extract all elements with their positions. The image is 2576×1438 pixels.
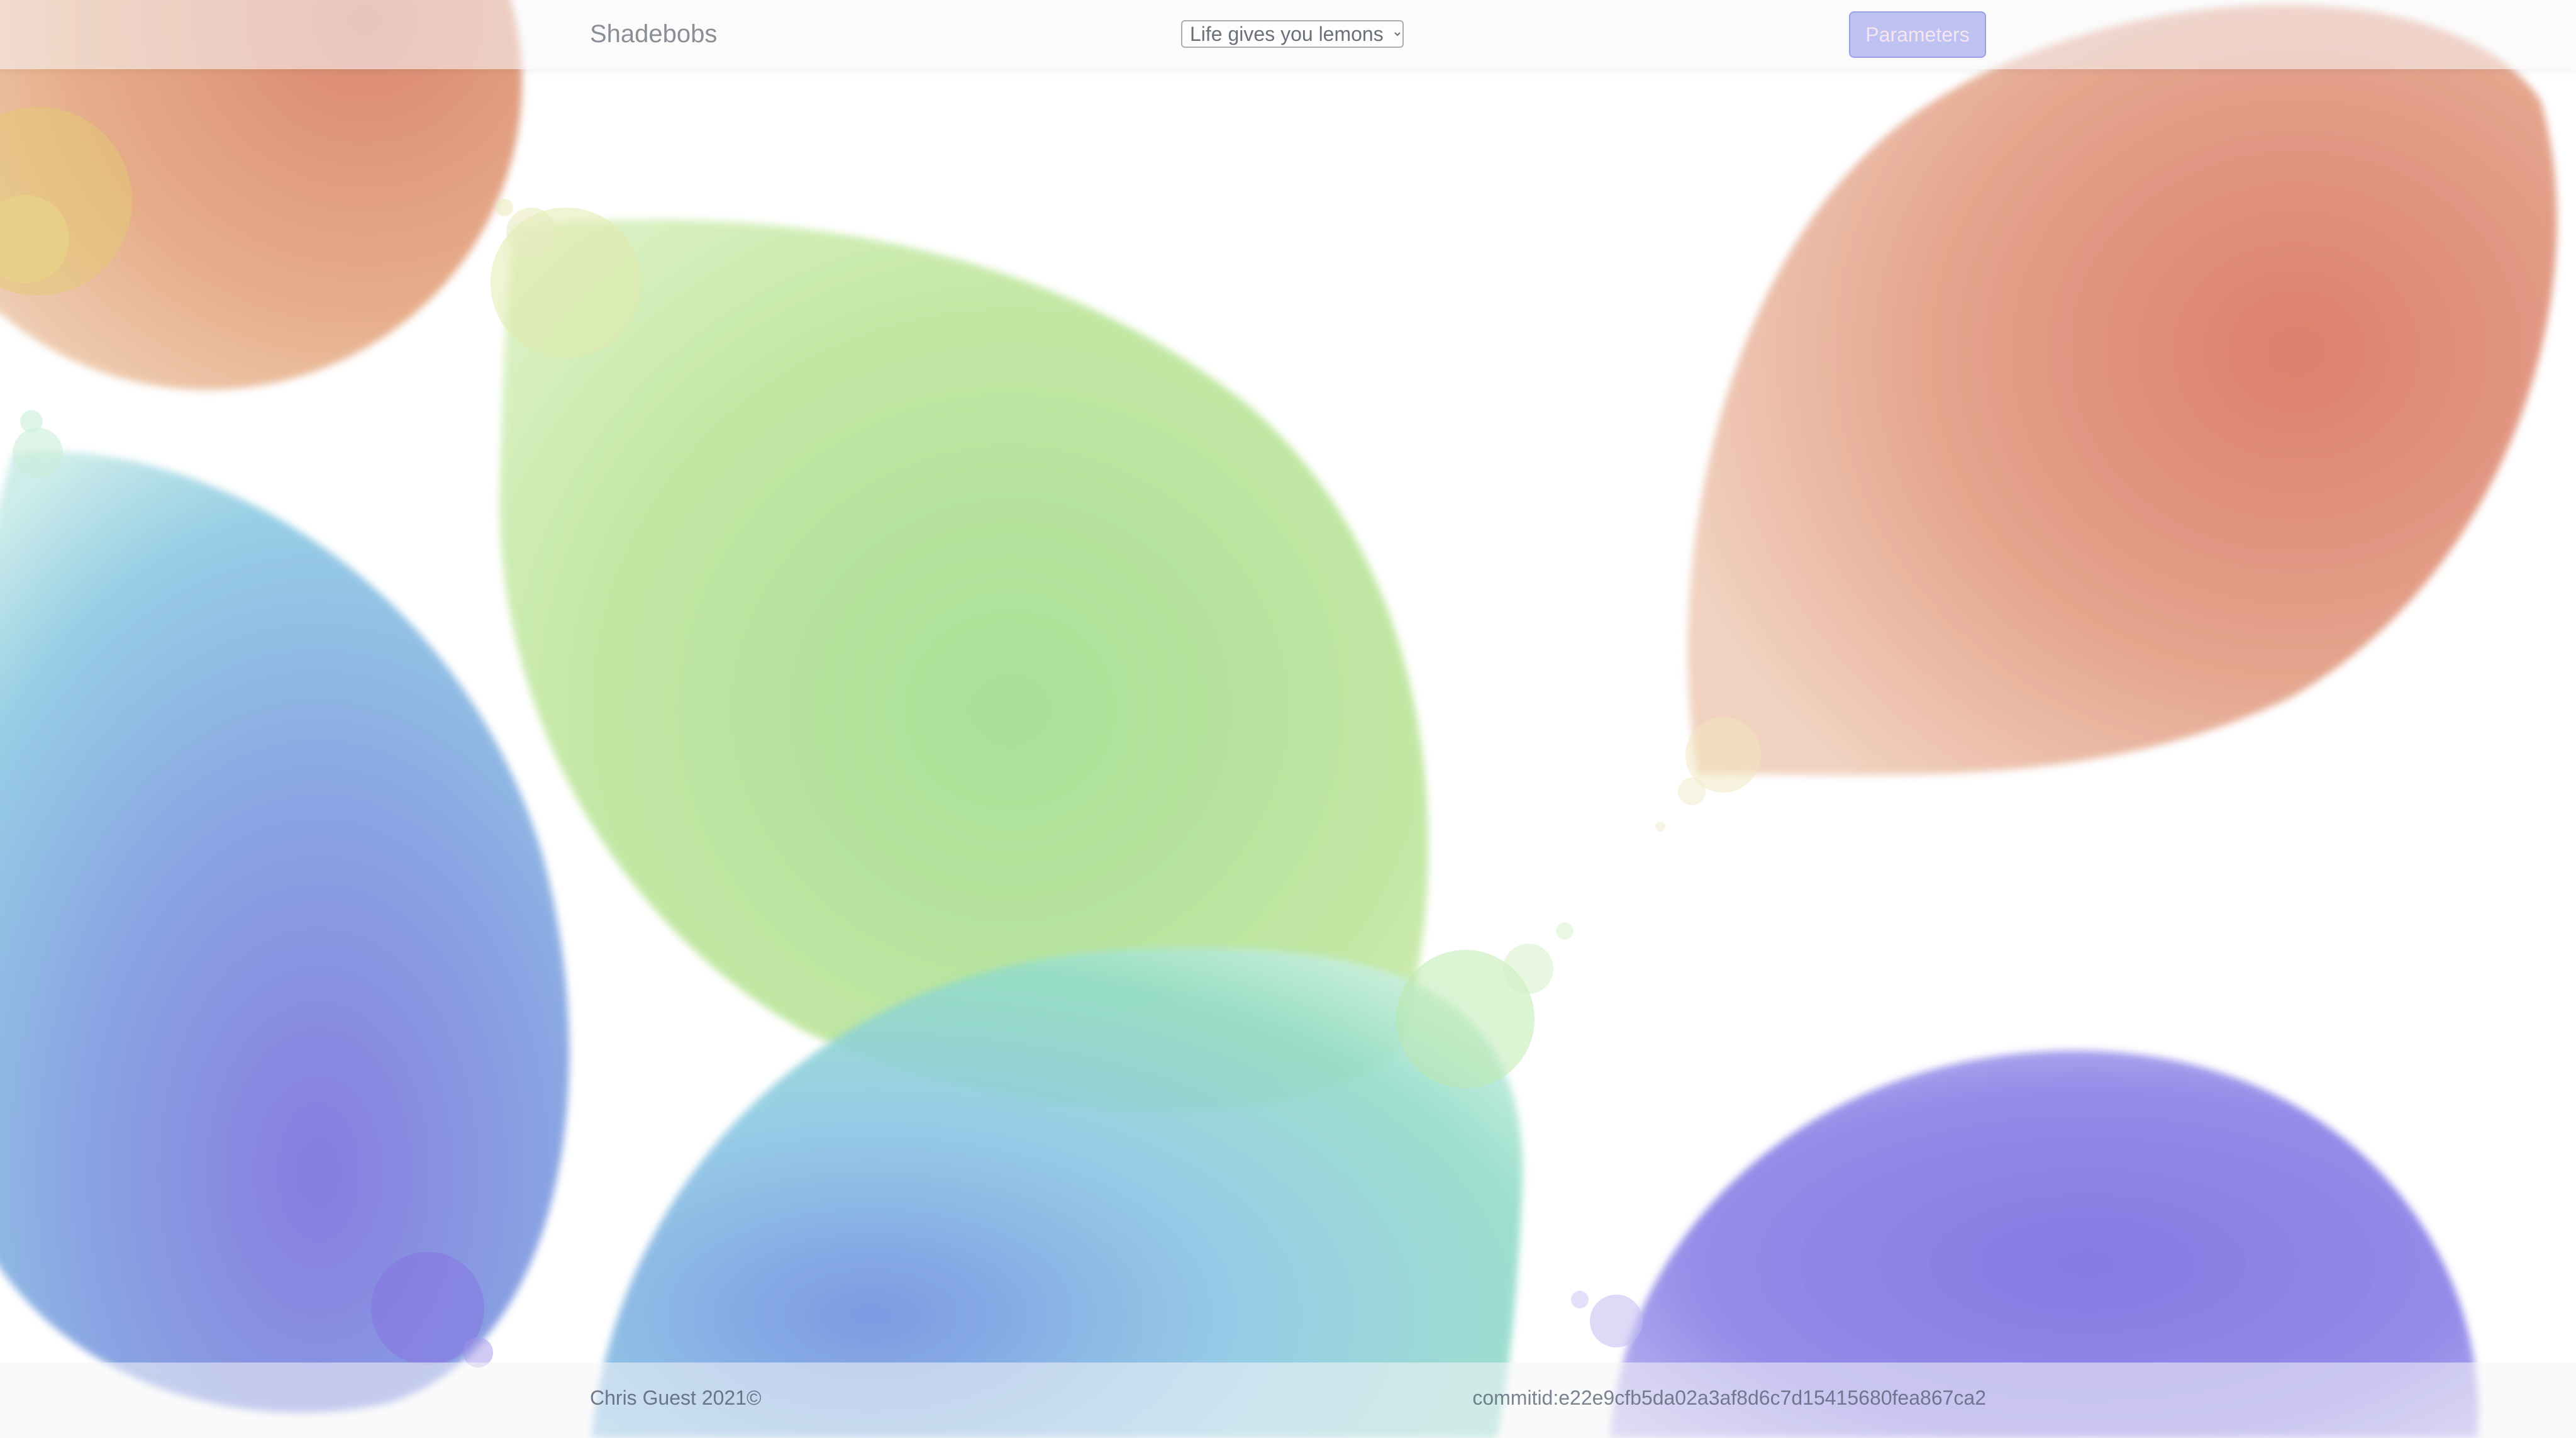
shadebob-canvas[interactable] — [0, 0, 2576, 1438]
parameters-button[interactable]: Parameters — [1849, 11, 1986, 58]
shadebob-teal-bottom — [591, 922, 1574, 1438]
footer: Chris Guest 2021© commitid:e22e9cfb5da02… — [0, 1363, 2576, 1438]
preset-select[interactable]: Life gives you lemons — [1181, 20, 1404, 48]
footer-commit-id: commitid:e22e9cfb5da02a3af8d6c7d15415680… — [1472, 1386, 1986, 1409]
footer-copyright: Chris Guest 2021© — [590, 1386, 762, 1409]
shadebob-red-top-right — [1655, 4, 2557, 832]
shadebobs-app: Shadebobs Life gives you lemons Paramete… — [0, 0, 2576, 1438]
brand-title[interactable]: Shadebobs — [590, 18, 717, 50]
top-navbar: Shadebobs Life gives you lemons Paramete… — [0, 0, 2576, 69]
shadebob-blue-left — [0, 410, 570, 1413]
